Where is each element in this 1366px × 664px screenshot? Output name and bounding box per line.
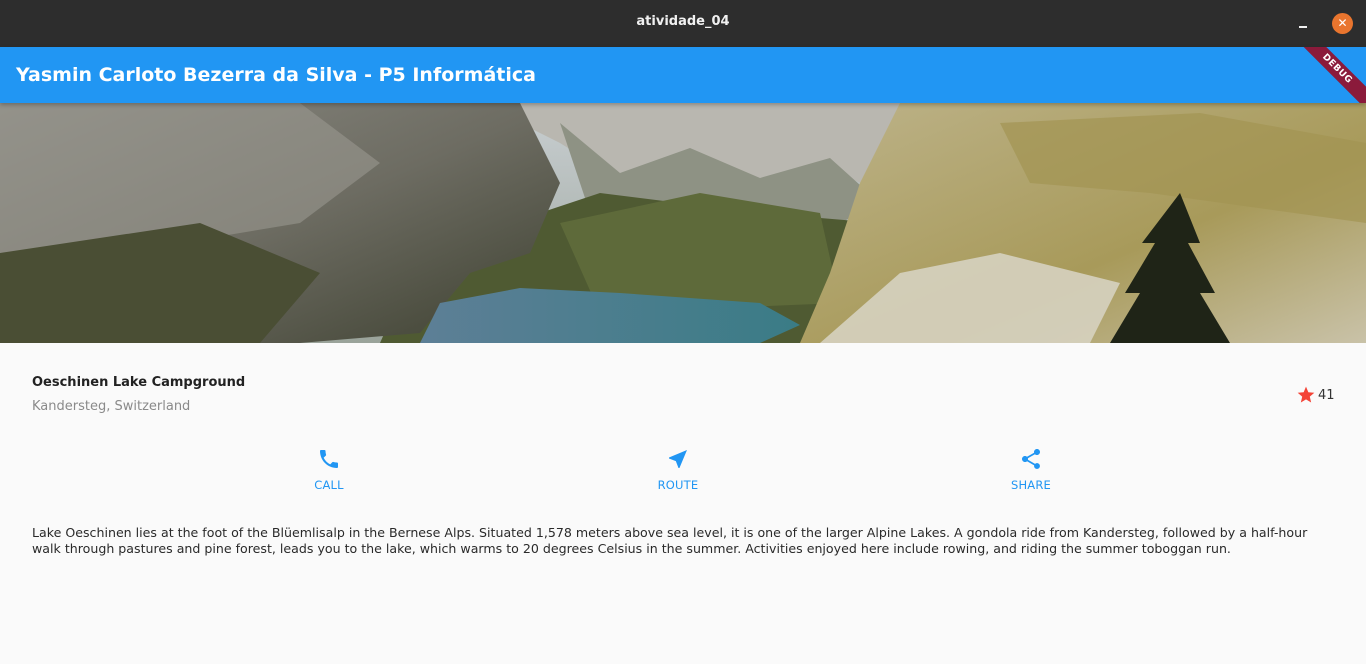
rating: 41 <box>1296 385 1335 405</box>
phone-icon <box>320 450 338 468</box>
call-button[interactable]: CALL <box>289 447 369 492</box>
minimize-button[interactable] <box>1296 14 1310 30</box>
share-button[interactable]: SHARE <box>991 447 1071 492</box>
close-icon: ✕ <box>1337 16 1348 30</box>
window-titlebar: atividade_04 ✕ <box>0 0 1366 47</box>
share-label: SHARE <box>1010 478 1052 492</box>
close-button[interactable]: ✕ <box>1332 13 1353 34</box>
window-title: atividade_04 <box>636 14 730 29</box>
star-icon[interactable] <box>1296 385 1316 405</box>
route-button[interactable]: ROUTE <box>638 447 718 492</box>
share-icon <box>1022 449 1040 469</box>
call-label: CALL <box>314 478 344 492</box>
debug-banner: DEBUG <box>1292 47 1366 103</box>
lake-image <box>0 103 1366 343</box>
place-description: Lake Oeschinen lies at the foot of the B… <box>32 525 1308 556</box>
route-label: ROUTE <box>657 478 699 492</box>
place-name: Oeschinen Lake Campground <box>32 375 246 390</box>
app-title: Yasmin Carloto Bezerra da Silva - P5 Inf… <box>16 64 536 86</box>
rating-count: 41 <box>1318 387 1335 403</box>
place-details: Oeschinen Lake Campground Kandersteg, Sw… <box>0 343 1366 664</box>
navigation-icon <box>669 450 687 468</box>
app-bar: Yasmin Carloto Bezerra da Silva - P5 Inf… <box>0 47 1366 103</box>
place-location: Kandersteg, Switzerland <box>32 399 191 414</box>
